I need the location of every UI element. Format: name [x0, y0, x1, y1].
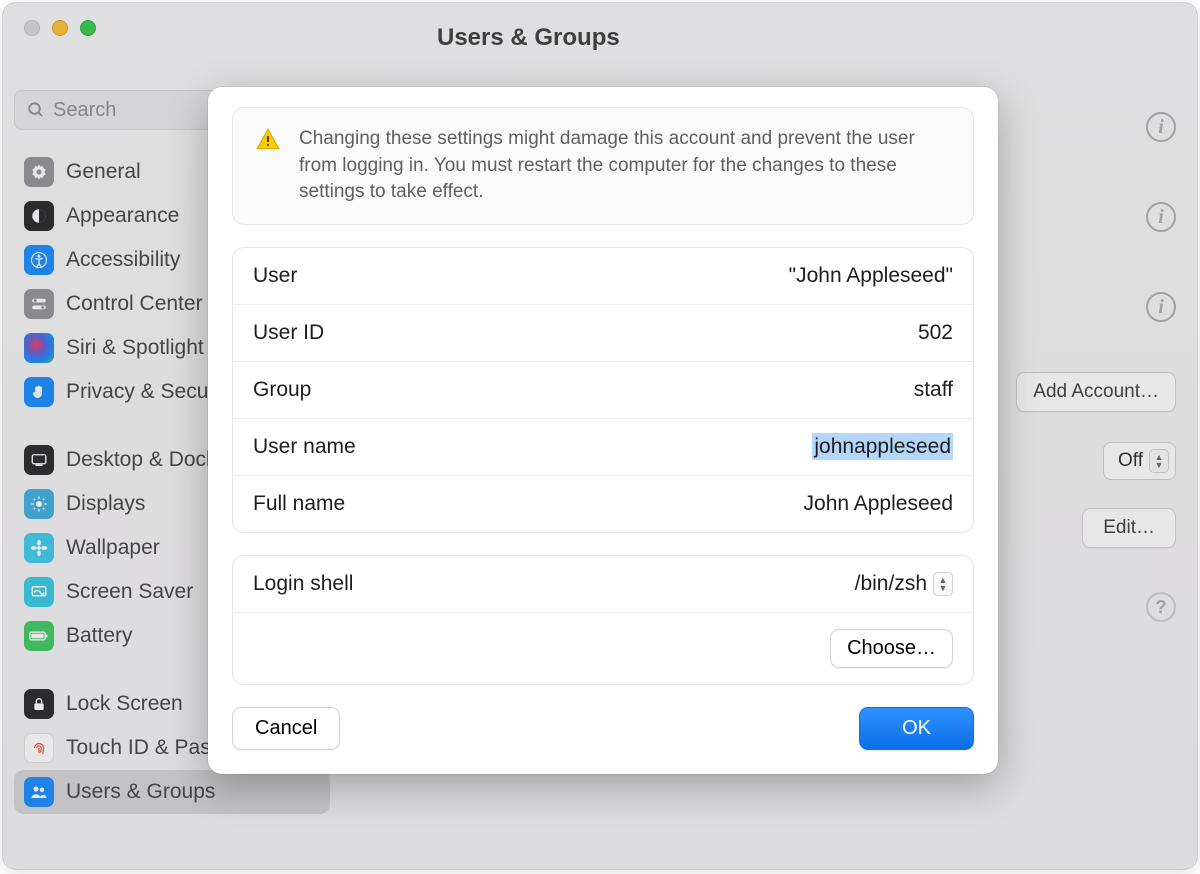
row-group: Group staff	[233, 362, 973, 419]
sidebar-item-label: Users & Groups	[66, 780, 215, 804]
row-label: Login shell	[253, 572, 353, 596]
lock-icon	[24, 689, 54, 719]
minimize-window-button[interactable]	[52, 20, 68, 36]
info-button-1[interactable]: i	[1146, 112, 1176, 142]
sidebar-item-label: Battery	[66, 624, 133, 648]
close-window-button[interactable]	[24, 20, 40, 36]
warning-text: Changing these settings might damage thi…	[299, 126, 951, 206]
chevron-updown-icon: ▲▼	[1149, 449, 1169, 473]
row-label: User	[253, 264, 297, 288]
flower-icon	[24, 533, 54, 563]
search-icon	[27, 101, 45, 119]
warning-banner: Changing these settings might damage thi…	[232, 107, 974, 225]
info-button-2[interactable]: i	[1146, 202, 1176, 232]
row-login-shell: Login shell /bin/zsh ▲▼	[233, 556, 973, 613]
cancel-button[interactable]: Cancel	[232, 707, 340, 750]
sidebar-item-label: Desktop & Dock	[66, 448, 217, 472]
row-value: "John Appleseed"	[789, 264, 953, 288]
row-full-name: Full name John Appleseed	[233, 476, 973, 532]
people-icon	[24, 777, 54, 807]
hand-icon	[24, 377, 54, 407]
sidebar-item-label: Appearance	[66, 204, 179, 228]
chevron-updown-icon: ▲▼	[933, 572, 953, 596]
sidebar-item-label: Wallpaper	[66, 536, 160, 560]
row-label: User name	[253, 435, 356, 459]
add-account-button[interactable]: Add Account…	[1016, 372, 1176, 412]
group-field[interactable]: staff	[914, 378, 953, 402]
sheet-footer: Cancel OK	[232, 707, 974, 750]
titlebar: Users & Groups	[2, 2, 1198, 82]
login-shell-popup[interactable]: /bin/zsh ▲▼	[855, 572, 953, 596]
auto-login-toggle[interactable]: Off ▲▼	[1103, 442, 1176, 480]
row-user-name: User name johnappleseed	[233, 419, 973, 476]
sun-icon	[24, 489, 54, 519]
dock-icon	[24, 445, 54, 475]
sidebar-item-label: General	[66, 160, 141, 184]
row-user-id: User ID 502	[233, 305, 973, 362]
advanced-user-sheet: Changing these settings might damage thi…	[208, 87, 998, 774]
fingerprint-icon	[24, 733, 54, 763]
sidebar-item-label: Control Center	[66, 292, 203, 316]
screensaver-icon	[24, 577, 54, 607]
sidebar-item-label: Accessibility	[66, 248, 180, 272]
person-icon	[24, 245, 54, 275]
row-user: User "John Appleseed"	[233, 248, 973, 305]
contrast-icon	[24, 201, 54, 231]
settings-window: Users & Groups Search General Appearance…	[2, 2, 1198, 870]
full-name-field[interactable]: John Appleseed	[804, 492, 953, 516]
window-title: Users & Groups	[437, 24, 620, 52]
warning-icon	[255, 126, 281, 206]
user-details-section: User "John Appleseed" User ID 502 Group …	[232, 247, 974, 533]
search-placeholder: Search	[53, 99, 116, 122]
login-shell-section: Login shell /bin/zsh ▲▼ Choose…	[232, 555, 974, 685]
user-id-field[interactable]: 502	[918, 321, 953, 345]
battery-icon	[24, 621, 54, 651]
row-label: Group	[253, 378, 311, 402]
sidebar-item-users-groups[interactable]: Users & Groups	[14, 770, 330, 814]
sidebar-item-label: Screen Saver	[66, 580, 193, 604]
switches-icon	[24, 289, 54, 319]
row-choose: Choose…	[233, 613, 973, 684]
window-controls	[2, 2, 96, 36]
sidebar-item-label: Siri & Spotlight	[66, 336, 204, 360]
user-name-field[interactable]: johnappleseed	[812, 435, 953, 459]
gear-icon	[24, 157, 54, 187]
zoom-window-button[interactable]	[80, 20, 96, 36]
sidebar-item-label: Lock Screen	[66, 692, 183, 716]
row-label: Full name	[253, 492, 345, 516]
login-shell-value: /bin/zsh	[855, 572, 927, 596]
choose-home-button[interactable]: Choose…	[830, 629, 953, 668]
row-label: User ID	[253, 321, 324, 345]
auto-login-value: Off	[1118, 450, 1143, 472]
siri-icon	[24, 333, 54, 363]
edit-button[interactable]: Edit…	[1082, 508, 1176, 548]
help-button[interactable]: ?	[1146, 592, 1176, 622]
sidebar-item-label: Displays	[66, 492, 145, 516]
ok-button[interactable]: OK	[859, 707, 974, 750]
info-button-3[interactable]: i	[1146, 292, 1176, 322]
